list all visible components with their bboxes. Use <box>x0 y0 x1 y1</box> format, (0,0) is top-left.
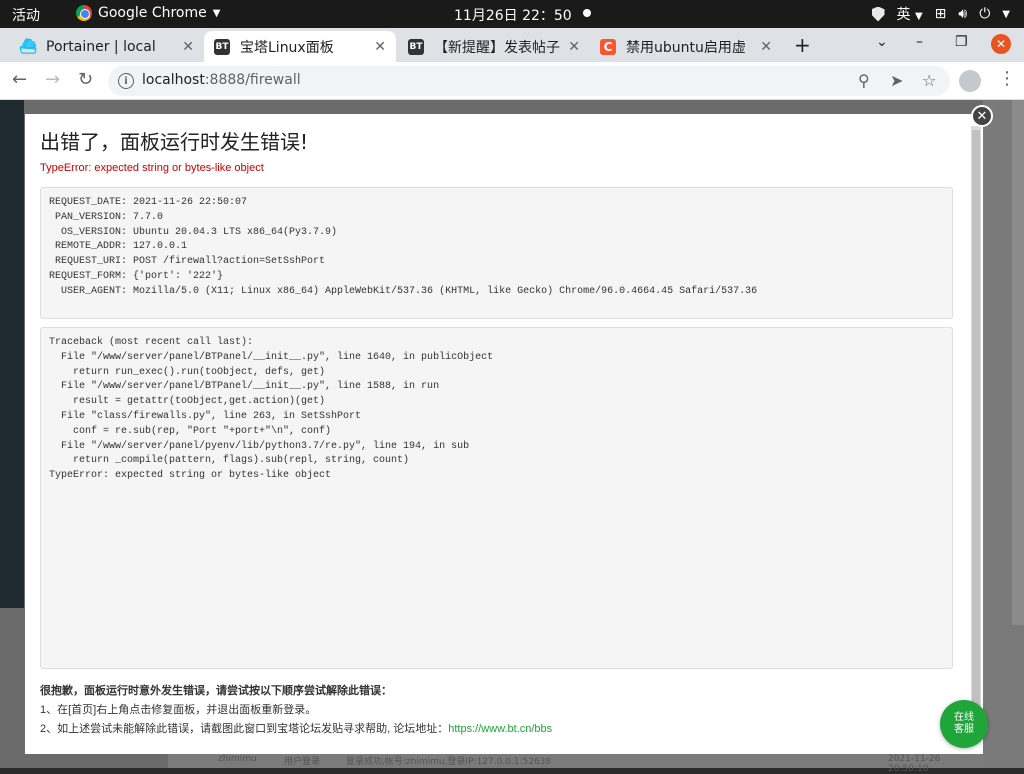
power-icon[interactable]: ⏻ <box>979 6 990 22</box>
send-icon[interactable]: ➤ <box>890 71 903 90</box>
ime-indicator[interactable]: 英 ▼ <box>897 4 923 24</box>
tab-search-icon[interactable]: ⌄ <box>876 34 888 50</box>
tab-title: Portainer | local <box>46 38 156 55</box>
help-text: 很抱歉，面板运行时意外发生错误，请尝试按以下顺序尝试解除此错误： 1、在[首页]… <box>40 682 552 739</box>
panel-sidebar <box>0 100 24 608</box>
page-scrollbar[interactable] <box>1012 100 1024 625</box>
shield-icon[interactable] <box>871 6 885 22</box>
app-menu[interactable]: Google Chrome ▼ <box>76 5 220 21</box>
close-icon[interactable]: ✕ <box>568 39 580 55</box>
bt-icon: BT <box>408 38 424 55</box>
tab-new-reminder[interactable]: BT 【新提醒】发表帖子 ✕ <box>398 31 590 62</box>
address-bar[interactable]: i localhost:8888/firewall ⚲ ➤ ☆ <box>108 66 950 96</box>
network-icon[interactable]: ⊞ <box>935 6 947 22</box>
info-icon[interactable]: i <box>118 73 134 89</box>
chrome-icon <box>76 5 92 21</box>
clock[interactable]: 11月26日 22：50 <box>454 5 572 25</box>
tab-bt-panel[interactable]: BT 宝塔Linux面板 ✕ <box>204 31 396 62</box>
online-service-button[interactable]: 在线 客服 <box>940 700 988 748</box>
reload-icon[interactable]: ↻ <box>78 69 93 90</box>
activities-button[interactable]: 活动 <box>12 5 40 25</box>
error-message: TypeError: expected string or bytes-like… <box>40 162 264 174</box>
error-dialog: 出错了，面板运行时发生错误! TypeError: expected strin… <box>25 114 983 754</box>
portainer-icon: ⛴︎ <box>19 38 37 55</box>
dialog-close-button[interactable]: ✕ <box>971 105 993 127</box>
traceback-box: Traceback (most recent call last): File … <box>40 327 953 669</box>
help-heading: 很抱歉，面板运行时意外发生错误，请尝试按以下顺序尝试解除此错误： <box>40 685 392 697</box>
tab-title: 宝塔Linux面板 <box>240 39 334 56</box>
close-icon[interactable]: ✕ <box>374 39 386 55</box>
dialog-scrollbar[interactable] <box>971 126 981 742</box>
more-menu-icon[interactable]: ⋮ <box>998 68 1016 89</box>
forward-icon[interactable]: → <box>45 69 60 90</box>
maximize-icon[interactable]: ❐ <box>955 34 968 50</box>
profile-avatar[interactable] <box>959 70 981 92</box>
bt-icon: BT <box>214 38 230 55</box>
chevron-down-icon: ▼ <box>212 7 221 19</box>
request-info-box: REQUEST_DATE: 2021-11-26 22:50:07 PAN_VE… <box>40 187 953 319</box>
forum-link[interactable]: https://www.bt.cn/bbs <box>448 723 552 735</box>
bookmark-star-icon[interactable]: ☆ <box>922 71 936 90</box>
gnome-top-bar: 活动 Google Chrome ▼ 11月26日 22：50 英 ▼ ⊞ 🔊︎… <box>0 0 1024 28</box>
url-text[interactable]: localhost:8888/firewall <box>142 72 301 88</box>
dialog-title: 出错了，面板运行时发生错误! <box>40 130 309 154</box>
window-close-button[interactable]: ✕ <box>991 34 1011 54</box>
close-icon[interactable]: ✕ <box>182 39 194 55</box>
help-step-2: 2、如上述尝试未能解除此错误，请截图此窗口到宝塔论坛发贴寻求帮助, 论坛地址：h… <box>40 723 553 735</box>
tab-strip: ⛴︎ Portainer | local ✕ BT 宝塔Linux面板 ✕ BT… <box>0 28 1024 62</box>
zoom-icon[interactable]: ⚲ <box>858 71 870 90</box>
tab-csdn[interactable]: C 禁用ubuntu启用虚 ✕ <box>590 31 782 62</box>
close-icon[interactable]: ✕ <box>760 39 772 55</box>
minimize-icon[interactable]: – <box>916 34 923 50</box>
tab-title: 【新提醒】发表帖子 <box>434 39 560 56</box>
tab-portainer[interactable]: ⛴︎ Portainer | local ✕ <box>10 31 204 62</box>
browser-toolbar: ← → ↻ i localhost:8888/firewall ⚲ ➤ ☆ ⋮ <box>0 62 1024 100</box>
tab-title: 禁用ubuntu启用虚 <box>626 39 746 56</box>
app-menu-label: Google Chrome <box>98 5 207 21</box>
volume-icon[interactable]: 🔊︎ <box>958 6 967 22</box>
new-tab-button[interactable]: + <box>794 33 811 57</box>
chevron-down-icon[interactable]: ▼ <box>1002 9 1010 20</box>
scrollbar-thumb[interactable] <box>972 130 980 734</box>
back-icon[interactable]: ← <box>12 69 27 90</box>
notification-dot <box>583 9 591 17</box>
csdn-icon: C <box>600 38 616 55</box>
system-tray[interactable]: 英 ▼ ⊞ 🔊︎ ⏻ ▼ <box>871 4 1010 24</box>
background-log-row: zhimimu 用户登录 登录成功,帐号:zhimimu,登录IP:127.0.… <box>168 752 983 774</box>
help-step-1: 1、在[首页]右上角点击修复面板，并退出面板重新登录。 <box>40 704 317 716</box>
